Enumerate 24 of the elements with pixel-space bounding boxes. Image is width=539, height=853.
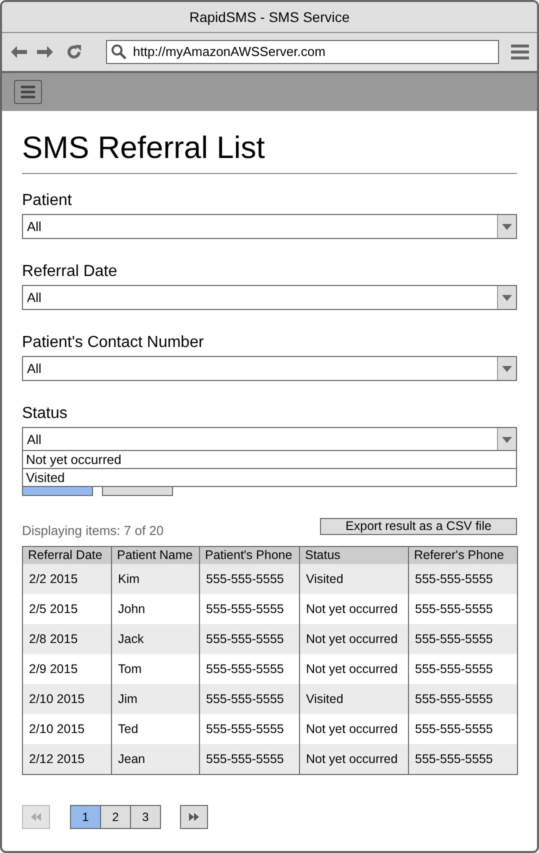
select-value: All — [26, 218, 42, 236]
select-value: All — [26, 289, 42, 307]
field-label: Patient's Contact Number — [22, 333, 205, 353]
column-header: Referral Date — [27, 547, 104, 564]
table-cell-text: 2/2 2015 — [28, 571, 79, 588]
table-cell-text: 2/5 2015 — [28, 601, 79, 618]
select-value: All — [26, 431, 42, 449]
select-value: All — [26, 360, 42, 378]
table-cell: 555-555-5555 — [199, 744, 299, 774]
items-count: Displaying items: 7 of 20 — [22, 522, 164, 540]
table-cell: 555-555-5555 — [408, 744, 517, 774]
table-cell-text: 2/10 2015 — [28, 691, 86, 708]
field-label: Referral Date — [22, 262, 118, 282]
table-cell-text: 2/12 2015 — [28, 751, 86, 768]
page-title: SMS Referral List — [22, 129, 517, 174]
field-label: Status — [22, 404, 68, 424]
table-cell-text: 2/8 2015 — [28, 631, 79, 648]
table-cell-text: 2/10 2015 — [28, 721, 86, 738]
table-cell: Jean — [111, 744, 199, 774]
window-title: RapidSMS - SMS Service — [189, 8, 350, 27]
table-cell-text: 2/9 2015 — [28, 661, 79, 678]
field-label: Patient — [22, 191, 73, 211]
table-cell: Not yet occurred — [299, 744, 408, 774]
url-text: http://myAmazonAWSServer.com — [133, 43, 326, 62]
